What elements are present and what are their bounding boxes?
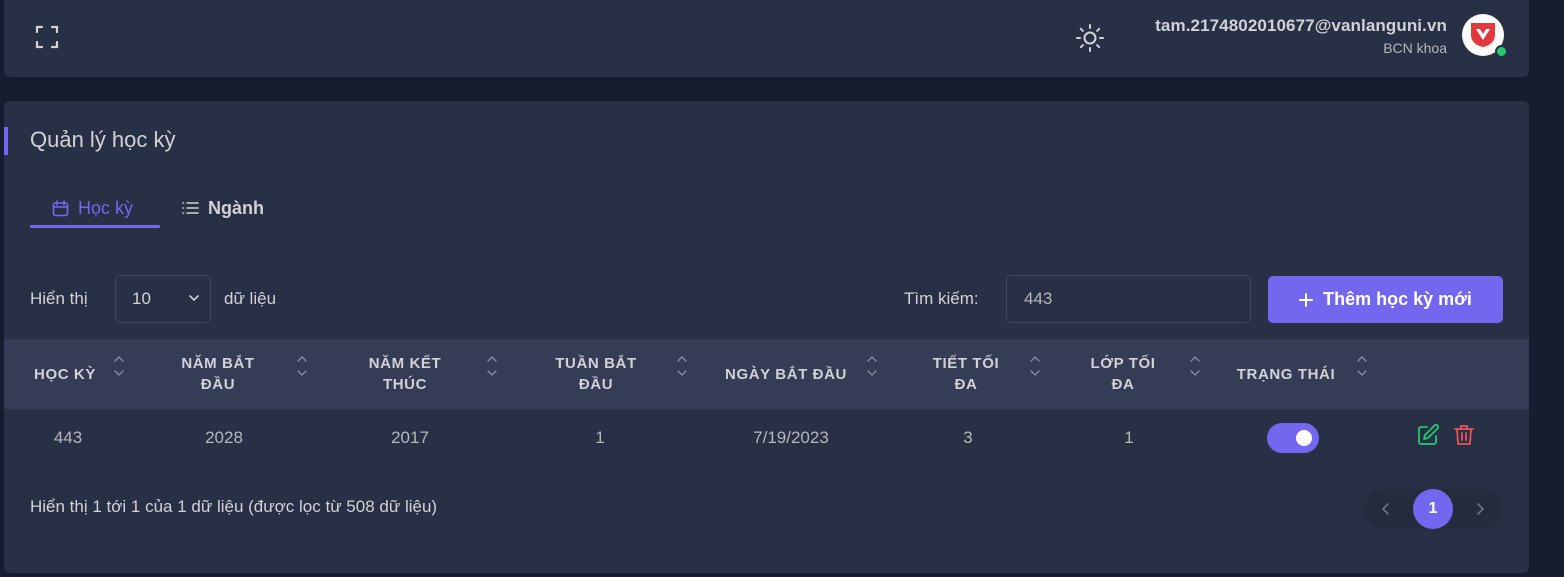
th-status[interactable]: TRẠNG THÁI [1230, 339, 1342, 409]
page-size-select[interactable]: 10 [115, 275, 211, 323]
fullscreen-icon[interactable] [34, 24, 60, 50]
tab-semester[interactable]: Học kỳ [30, 189, 160, 227]
chevron-left-icon[interactable] [1380, 501, 1392, 517]
add-semester-label: Thêm học kỳ mới [1323, 289, 1472, 309]
th-start-year[interactable]: NĂM BẮT ĐẦU [162, 339, 274, 409]
plus-icon [1299, 292, 1314, 307]
user-role: BCN khoa [1383, 40, 1447, 56]
sort-icon[interactable] [295, 352, 309, 380]
sort-icon[interactable] [485, 352, 499, 380]
th-start-week-label: TUẦN BẮT ĐẦU [555, 355, 637, 393]
avatar[interactable] [1462, 14, 1508, 58]
top-navbar: tam.2174802010677@vanlanguni.vn BCN khoa [4, 0, 1529, 77]
cell-start-year: 2028 [205, 428, 243, 447]
th-start-date-label: NGÀY BẮT ĐẦU [725, 365, 847, 383]
th-start-date[interactable]: NGÀY BẮT ĐẦU [716, 339, 856, 409]
cell-semester: 443 [53, 428, 83, 447]
tab-major[interactable]: Ngành [182, 189, 264, 227]
sort-icon[interactable] [675, 352, 689, 380]
status-toggle-knob [1296, 430, 1312, 446]
user-info[interactable]: tam.2174802010677@vanlanguni.vn BCN khoa [1155, 16, 1447, 56]
th-max-classes-label: LỚP TỐI ĐA [1090, 355, 1156, 393]
cell-start-week: 1 [595, 428, 605, 447]
chevron-right-icon[interactable] [1474, 501, 1486, 517]
tab-semester-label: Học kỳ [78, 197, 134, 218]
main-card: Quản lý học kỳ Học kỳ Ngành Hiển thị 10 … [4, 101, 1529, 573]
calendar-icon [52, 199, 69, 216]
delete-button[interactable] [1454, 424, 1474, 451]
cell-max-classes: 1 [1124, 428, 1134, 447]
online-status-dot [1495, 45, 1508, 58]
status-toggle[interactable] [1267, 423, 1319, 453]
th-end-year[interactable]: NĂM KẾT THÚC [352, 339, 458, 409]
search-input[interactable] [1006, 275, 1251, 323]
th-max-periods-label: TIẾT TỐI ĐA [932, 355, 1000, 393]
th-max-classes[interactable]: LỚP TỐI ĐA [1080, 339, 1166, 409]
avatar-logo-icon [1471, 23, 1495, 47]
th-semester-label: HỌC KỲ [34, 365, 96, 383]
edit-icon [1418, 424, 1439, 445]
table-header: HỌC KỲ NĂM BẮT ĐẦU NĂM KẾT THÚC TUẦN BẮT… [4, 339, 1529, 409]
page-title: Quản lý học kỳ [30, 127, 176, 152]
pagination-info: Hiển thị 1 tới 1 của 1 dữ liệu (được lọc… [30, 497, 438, 516]
page-size-value: 10 [132, 289, 151, 308]
sun-icon[interactable] [1074, 22, 1106, 54]
active-tab-indicator [30, 225, 160, 228]
th-max-periods[interactable]: TIẾT TỐI ĐA [920, 339, 1012, 409]
th-start-year-label: NĂM BẮT ĐẦU [181, 355, 255, 393]
sort-icon[interactable] [112, 352, 126, 380]
add-semester-button[interactable]: Thêm học kỳ mới [1268, 276, 1503, 323]
sort-icon[interactable] [1355, 352, 1369, 380]
pagination: 1 [1364, 489, 1503, 529]
title-accent-bar [4, 127, 8, 155]
th-start-week[interactable]: TUẦN BẮT ĐẦU [540, 339, 652, 409]
sort-icon[interactable] [865, 352, 879, 380]
user-email: tam.2174802010677@vanlanguni.vn [1155, 16, 1447, 35]
cell-start-date: 7/19/2023 [753, 428, 829, 447]
th-semester[interactable]: HỌC KỲ [30, 339, 100, 409]
th-end-year-label: NĂM KẾT THÚC [368, 355, 442, 393]
tab-major-label: Ngành [208, 197, 264, 218]
th-status-label: TRẠNG THÁI [1236, 365, 1336, 383]
list-icon [182, 202, 199, 214]
show-label: Hiển thị [30, 289, 88, 308]
page-button-current[interactable]: 1 [1413, 489, 1453, 529]
edit-button[interactable] [1417, 424, 1439, 451]
trash-icon [1454, 425, 1474, 445]
chevron-down-icon [189, 295, 199, 302]
cell-end-year: 2017 [391, 428, 429, 447]
cell-max-periods: 3 [963, 428, 973, 447]
sort-icon[interactable] [1188, 352, 1202, 380]
search-label: Tìm kiếm: [904, 289, 979, 308]
data-label: dữ liệu [224, 289, 277, 308]
sort-icon[interactable] [1028, 352, 1042, 380]
